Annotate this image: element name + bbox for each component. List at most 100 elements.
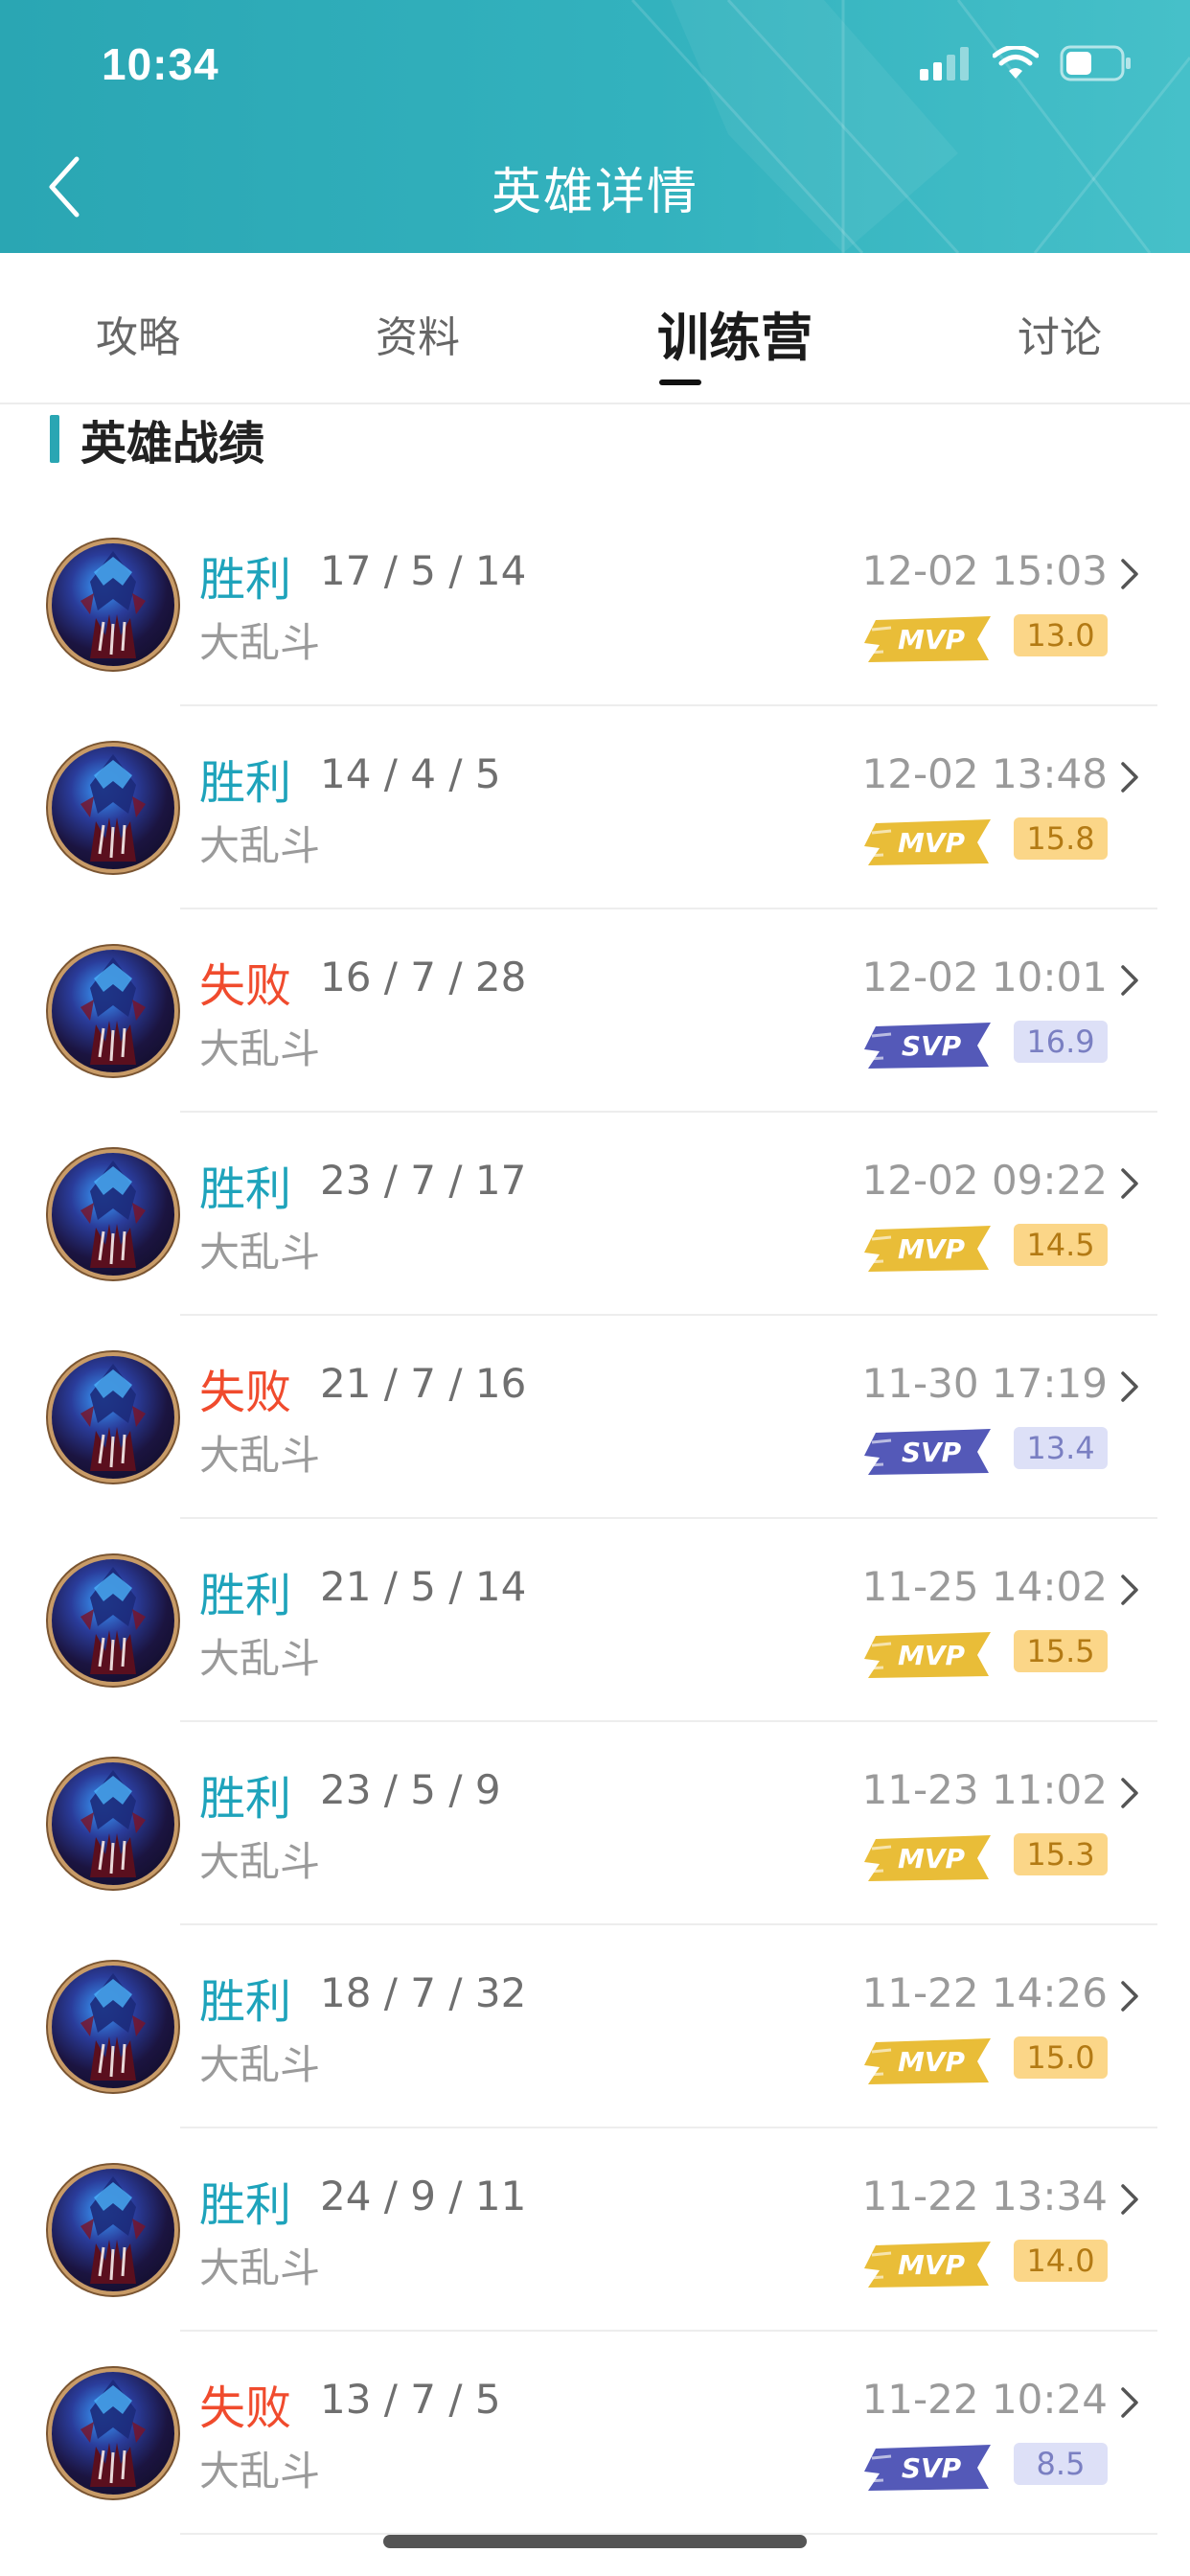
match-time: 12-02 09:22 [861,1157,1108,1204]
game-mode: 大乱斗 [199,2448,321,2495]
svg-text:MVP: MVP [898,2249,966,2281]
svg-text:MVP: MVP [898,1640,966,1671]
rating-badge: 14.0 [1014,2240,1108,2282]
hero-portrait-icon [80,1973,146,2081]
chevron-right-icon [1121,2184,1138,2215]
rating-badge: 15.8 [1014,817,1108,860]
match-row[interactable]: 胜利 17 / 5 / 14 大乱斗 12-02 15:03 MVP 13.0 [0,503,1190,706]
match-row[interactable]: 胜利 14 / 4 / 5 大乱斗 12-02 13:48 MVP 15.8 [0,706,1190,909]
rating-badge: 13.4 [1014,1427,1108,1469]
game-mode: 大乱斗 [199,2244,321,2291]
status-time: 10:34 [102,39,219,89]
tab-training-camp[interactable]: 训练营 [657,295,812,371]
match-row[interactable]: 胜利 18 / 7 / 32 大乱斗 11-22 14:26 MVP 15.0 [0,1925,1190,2128]
game-mode: 大乱斗 [199,1229,321,1276]
svp-medal-icon: SVP [864,1023,991,1069]
svg-text:SVP: SVP [902,1437,962,1468]
match-row[interactable]: 胜利 23 / 5 / 9 大乱斗 11-23 11:02 MVP 15.3 [0,1722,1190,1925]
match-result: 胜利 [199,1772,292,1826]
hero-portrait-icon [80,2380,146,2487]
svg-text:MVP: MVP [898,1843,966,1874]
svg-text:MVP: MVP [898,1233,966,1265]
chevron-right-icon [1121,965,1138,996]
match-row[interactable]: 胜利 21 / 5 / 14 大乱斗 11-25 14:02 MVP 15.5 [0,1519,1190,1722]
home-indicator [383,2535,807,2548]
svp-medal-icon: SVP [864,2445,991,2491]
match-time: 11-23 11:02 [861,1766,1108,1813]
rating-badge: 16.9 [1014,1021,1108,1063]
rating-badge: 15.5 [1014,1630,1108,1672]
rating-badge: 8.5 [1014,2443,1108,2485]
match-time: 12-02 10:01 [861,954,1108,1000]
match-row[interactable]: 胜利 24 / 9 / 11 大乱斗 11-22 13:34 MVP 14.0 [0,2128,1190,2332]
mvp-medal-icon: MVP [864,1835,991,1881]
match-result: 失败 [199,1366,292,1419]
tab-profile[interactable]: 资料 [376,303,460,364]
match-row[interactable]: 胜利 23 / 7 / 17 大乱斗 12-02 09:22 MVP 14.5 [0,1113,1190,1316]
match-result: 胜利 [199,1569,292,1622]
kda-stats: 23 / 7 / 17 [320,1157,527,1204]
page-title: 英雄详情 [491,164,698,221]
match-row[interactable]: 失败 21 / 7 / 16 大乱斗 11-30 17:19 SVP 13.4 [0,1316,1190,1519]
tab-discussion[interactable]: 讨论 [1018,303,1102,364]
hero-avatar [52,1153,174,1276]
tab-strategy[interactable]: 攻略 [96,303,180,364]
hero-avatar [52,1559,174,1682]
chevron-right-icon [1121,1168,1138,1199]
game-mode: 大乱斗 [199,822,321,869]
chevron-right-icon [1121,1778,1138,1808]
svg-text:SVP: SVP [902,1030,962,1062]
match-time: 11-30 17:19 [861,1360,1108,1407]
svg-text:SVP: SVP [902,2452,962,2484]
hero-avatar [52,1762,174,1885]
match-result: 胜利 [199,553,292,607]
mvp-medal-icon: MVP [864,1226,991,1272]
match-result: 胜利 [199,1975,292,2029]
hero-portrait-icon [80,1364,146,1471]
section-title: 英雄战绩 [80,417,265,471]
cellular-signal-icon [920,47,969,80]
mvp-medal-icon: MVP [864,2242,991,2288]
svp-medal-icon: SVP [864,1429,991,1475]
chevron-right-icon [1121,1371,1138,1402]
nav-header: 10:34 英雄详情 [0,0,1190,253]
hero-avatar [52,950,174,1072]
kda-stats: 16 / 7 / 28 [320,954,527,1000]
svg-text:MVP: MVP [898,624,966,656]
hero-avatar [52,747,174,869]
match-result: 失败 [199,959,292,1013]
mvp-medal-icon: MVP [864,2038,991,2084]
svg-text:MVP: MVP [898,2046,966,2078]
rating-badge: 15.3 [1014,1833,1108,1875]
hero-avatar [52,1356,174,1479]
chevron-right-icon [1121,1981,1138,2012]
wifi-icon [993,46,1039,79]
hero-portrait-icon [80,1161,146,1268]
hero-portrait-icon [80,2176,146,2284]
kda-stats: 18 / 7 / 32 [320,1969,527,2016]
hero-portrait-icon [80,754,146,862]
match-time: 12-02 13:48 [861,750,1108,797]
chevron-right-icon [1121,559,1138,589]
match-result: 失败 [199,2381,292,2435]
hero-portrait-icon [80,1567,146,1674]
game-mode: 大乱斗 [199,2041,321,2088]
hero-avatar [52,1966,174,2088]
kda-stats: 24 / 9 / 11 [320,2173,527,2220]
match-time: 12-02 15:03 [861,547,1108,594]
tab-bar: 攻略 资料 训练营 讨论 [0,253,1190,404]
kda-stats: 23 / 5 / 9 [320,1766,501,1813]
hero-avatar [52,2372,174,2495]
mvp-medal-icon: MVP [864,1632,991,1678]
hero-portrait-icon [80,551,146,658]
match-row[interactable]: 失败 16 / 7 / 28 大乱斗 12-02 10:01 SVP 16.9 [0,909,1190,1113]
match-time: 11-22 13:34 [861,2173,1108,2220]
chevron-right-icon [1121,762,1138,793]
match-row[interactable]: 失败 13 / 7 / 5 大乱斗 11-22 10:24 SVP 8.5 [0,2332,1190,2535]
rating-badge: 14.5 [1014,1224,1108,1266]
status-bar: 10:34 [0,0,1190,126]
kda-stats: 13 / 7 / 5 [320,2376,501,2423]
mvp-medal-icon: MVP [864,616,991,662]
kda-stats: 21 / 5 / 14 [320,1563,527,1610]
game-mode: 大乱斗 [199,1838,321,1885]
